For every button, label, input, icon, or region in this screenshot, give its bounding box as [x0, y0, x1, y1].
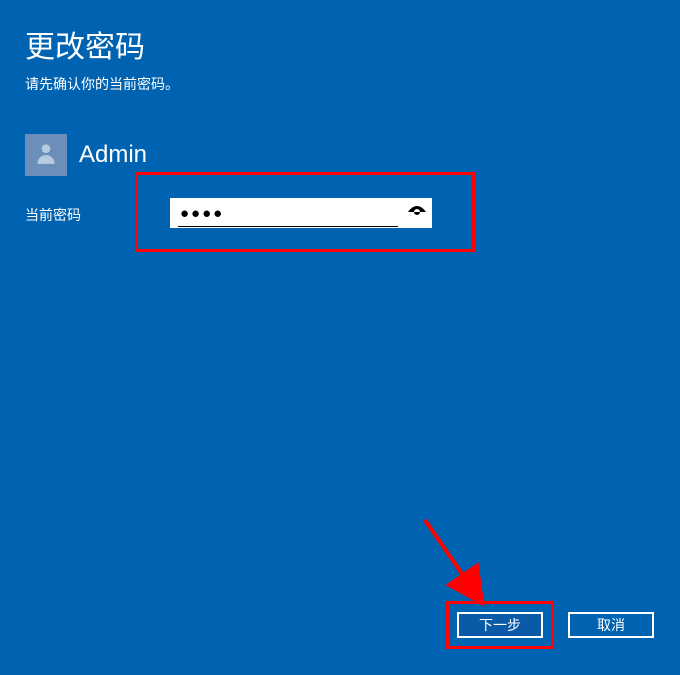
current-password-label: 当前密码: [25, 205, 135, 225]
page-title: 更改密码: [0, 0, 680, 66]
user-row: Admin: [25, 134, 680, 176]
current-password-input[interactable]: [170, 198, 402, 228]
password-field-wrap[interactable]: [170, 198, 432, 228]
highlight-next-box: 下一步: [446, 601, 554, 649]
username: Admin: [79, 141, 147, 169]
avatar: [25, 134, 67, 176]
subtitle: 请先确认你的当前密码。: [0, 66, 680, 94]
person-icon: [33, 140, 59, 171]
next-button[interactable]: 下一步: [457, 612, 543, 638]
reveal-password-button[interactable]: [402, 198, 432, 228]
cancel-button[interactable]: 取消: [568, 612, 654, 638]
eye-icon: [408, 205, 426, 222]
